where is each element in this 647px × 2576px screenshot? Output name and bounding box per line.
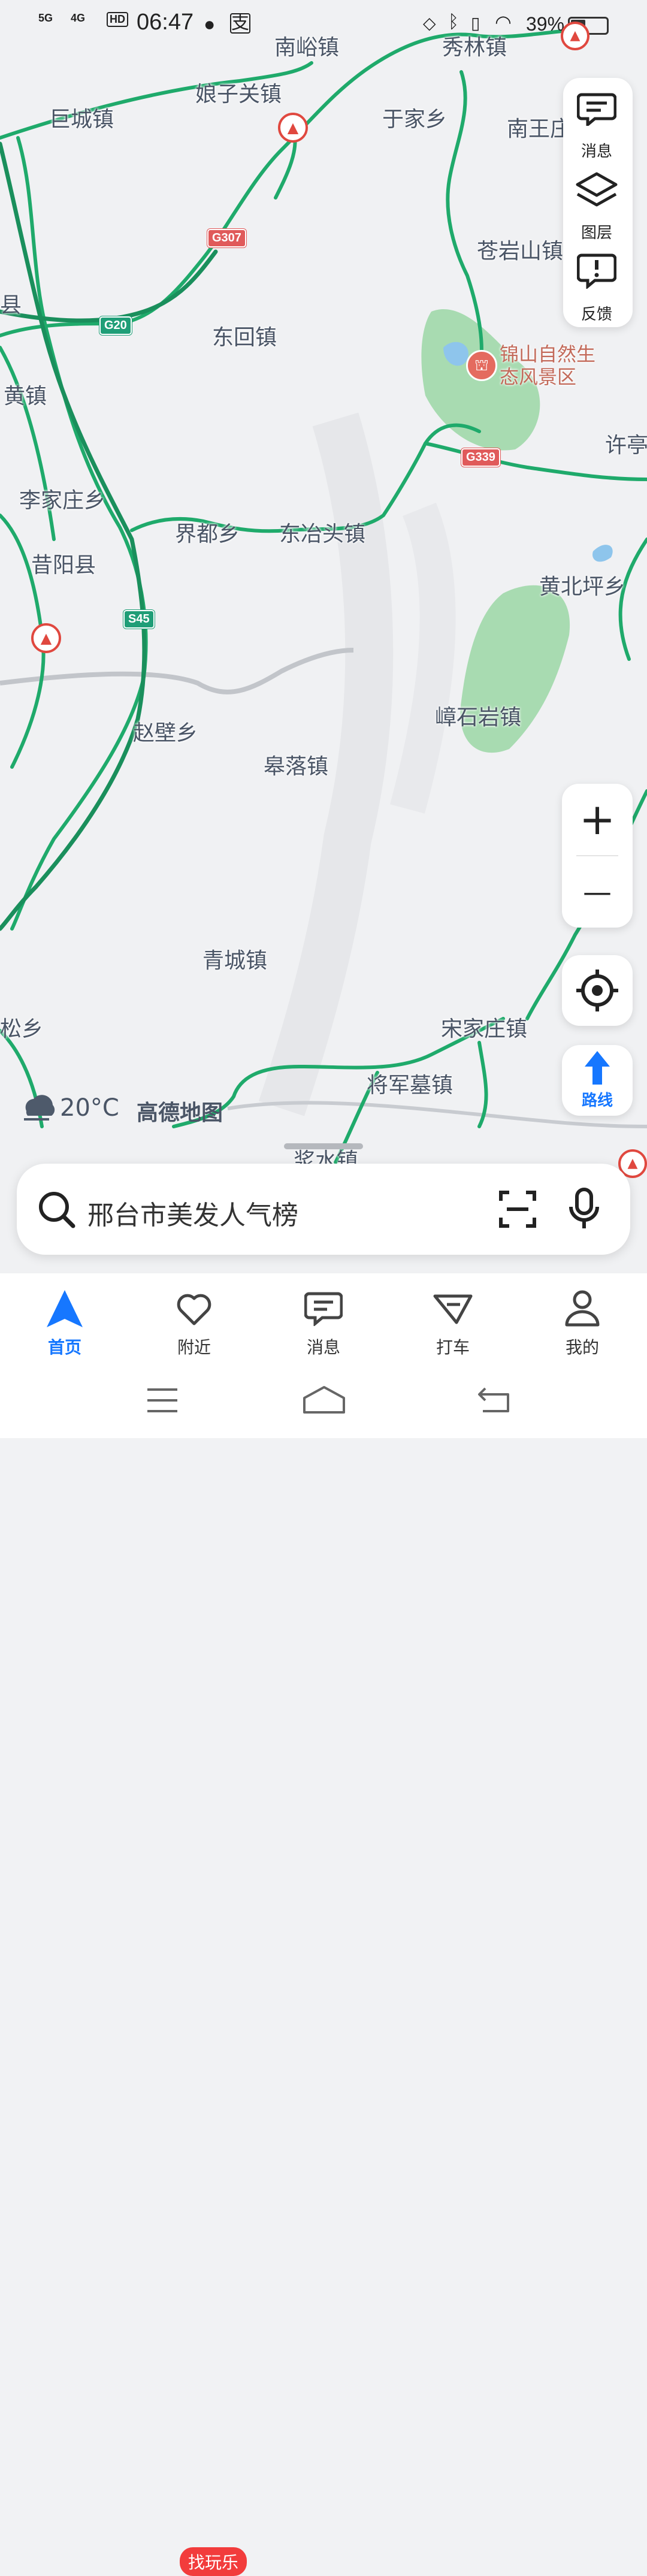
feedback-icon [576, 253, 617, 290]
tab-label: 附近 [177, 1337, 211, 1357]
place-label[interactable]: 县 [0, 288, 22, 319]
message-icon [576, 93, 617, 128]
tab-label: 首页 [47, 1337, 81, 1357]
road-shield: G307 [207, 229, 246, 247]
system-navigation-bar [0, 1369, 647, 1438]
battery-percent: 39% [526, 13, 565, 35]
clock: 06:47 [137, 10, 194, 35]
place-label[interactable]: 巨城镇 [49, 102, 114, 133]
place-label[interactable]: 将军墓镇 [367, 1068, 453, 1099]
drag-handle[interactable] [284, 1143, 363, 1149]
place-label[interactable]: 李家庄乡 [19, 483, 105, 514]
tab-messages[interactable]: 消息 [282, 1273, 365, 1369]
scenic-spot-icon[interactable]: ⛫ [466, 350, 497, 381]
home-navigation-icon [47, 1290, 83, 1327]
heart-icon [177, 1294, 211, 1325]
weather-temperature[interactable]: 20°C [60, 1094, 119, 1122]
cellular-4g-indicator: 4G [71, 12, 86, 24]
taxi-icon [433, 1294, 473, 1324]
mountain-poi-icon[interactable]: ▲ [561, 22, 589, 50]
road-shield: G20 [99, 316, 132, 335]
place-label[interactable]: 南峪镇 [274, 30, 339, 61]
locate-icon [576, 970, 618, 1011]
menu-icon[interactable] [146, 1387, 179, 1414]
wechat-icon: ● [204, 13, 216, 35]
place-label[interactable]: 宋家庄镇 [441, 1011, 527, 1043]
place-label[interactable]: 松乡 [0, 1011, 43, 1043]
place-label[interactable]: 苍岩山镇 [477, 234, 563, 265]
route-button[interactable]: 路线 [562, 1045, 633, 1116]
tab-label: 消息 [306, 1337, 340, 1357]
tab-nearby[interactable]: 附近 [152, 1273, 236, 1369]
alipay-icon: 支 [230, 13, 250, 34]
place-label[interactable]: 南王庄 [507, 111, 572, 143]
search-placeholder[interactable]: 邢台市美发人气榜 [87, 1194, 298, 1232]
place-label[interactable]: 东冶头镇 [279, 517, 365, 548]
locate-button[interactable] [562, 955, 633, 1026]
messages-label: 消息 [581, 143, 612, 161]
tab-label: 我的 [565, 1337, 599, 1357]
route-arrow-icon [585, 1051, 610, 1085]
layers-label: 图层 [581, 224, 612, 242]
route-label: 路线 [581, 1092, 613, 1110]
scenic-area-label[interactable]: 锦山自然生态风景区 [500, 343, 613, 388]
back-icon[interactable] [477, 1386, 510, 1414]
place-label[interactable]: 赵壁乡 [133, 715, 198, 747]
messages-button[interactable]: 消息 [563, 90, 630, 162]
place-label[interactable]: 于家乡 [382, 102, 447, 133]
home-icon[interactable] [302, 1385, 346, 1415]
mountain-poi-icon[interactable]: ▲ [278, 113, 308, 143]
bottom-tab-bar: 首页 附近 找玩乐 消息 打车 我的 [0, 1273, 647, 2576]
place-label[interactable]: 东回镇 [212, 320, 277, 351]
tab-profile[interactable]: 我的 [540, 1273, 624, 1369]
cellular-5g-indicator: 5G [38, 12, 53, 24]
tab-taxi[interactable]: 打车 [411, 1273, 495, 1369]
place-label[interactable]: 娘子关镇 [195, 77, 282, 108]
nearby-badge: 找玩乐 [180, 2547, 247, 2576]
place-label[interactable]: 青城镇 [202, 943, 267, 974]
microphone-icon[interactable] [568, 1188, 600, 1231]
location-icon: ◇ [423, 14, 436, 32]
user-icon [565, 1290, 600, 1327]
tab-label: 打车 [436, 1337, 470, 1357]
feedback-label: 反馈 [581, 306, 612, 324]
place-label[interactable]: 黄北坪乡 [539, 569, 625, 600]
scan-icon[interactable] [498, 1190, 537, 1228]
road-shield: S45 [123, 610, 155, 629]
place-label[interactable]: 界都乡 [175, 517, 240, 548]
hd-indicator: HD [107, 12, 128, 27]
mountain-poi-icon[interactable]: ▲ [31, 623, 61, 653]
layers-button[interactable]: 图层 [563, 171, 630, 243]
place-label[interactable]: 许亭 [605, 428, 647, 459]
search-bar[interactable]: 邢台市美发人气榜 [17, 1164, 630, 1255]
weather-icon [17, 1091, 59, 1124]
map-attribution: 高德地图 [137, 1101, 223, 1125]
zoom-out-button[interactable]: — [562, 857, 633, 928]
side-toolbar: 消息 图层 反馈 [563, 78, 633, 327]
place-label[interactable]: 黄镇 [4, 379, 47, 410]
zoom-in-button[interactable]: + [562, 784, 633, 854]
layers-icon [576, 172, 618, 207]
feedback-button[interactable]: 反馈 [563, 253, 630, 325]
search-icon [39, 1192, 75, 1228]
zoom-controls: + — [562, 784, 633, 928]
tab-home[interactable]: 首页 [23, 1273, 107, 1369]
bluetooth-icon: ᛒ [448, 12, 459, 32]
place-label[interactable]: 昔阳县 [31, 548, 96, 579]
message-icon [304, 1292, 343, 1326]
divider [576, 855, 618, 856]
place-label[interactable]: 嶂石岩镇 [435, 700, 521, 731]
road-shield: G339 [461, 448, 500, 467]
place-label[interactable]: 皋落镇 [264, 749, 328, 780]
place-label[interactable]: 秀林镇 [442, 30, 507, 61]
